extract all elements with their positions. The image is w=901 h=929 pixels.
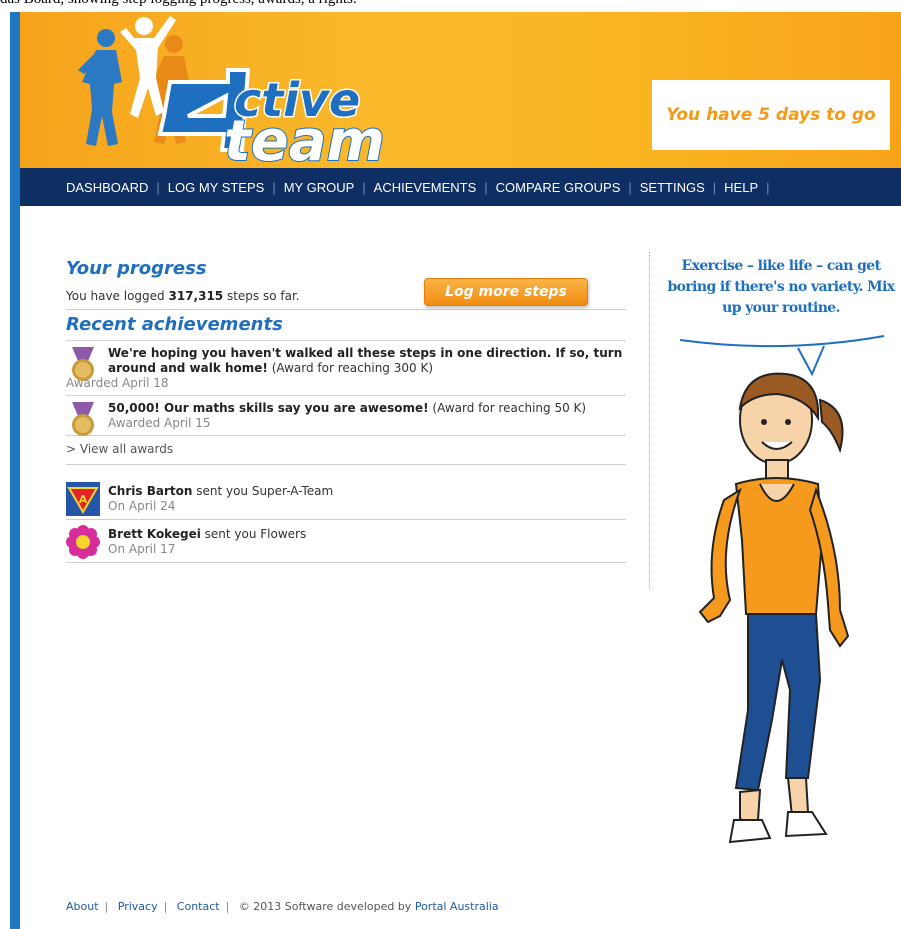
- footer-copyright: © 2013 Software developed by: [238, 900, 415, 913]
- nav-dashboard[interactable]: DASHBOARD: [66, 180, 148, 195]
- gift-sender[interactable]: Chris Barton: [108, 484, 192, 498]
- gift-item: Brett Kokegei sent you Flowers On April …: [66, 520, 626, 563]
- achievements-heading: Recent achievements: [66, 314, 283, 335]
- footer-privacy-link[interactable]: Privacy: [118, 900, 158, 913]
- achievement-item: 50,000! Our maths skills say you are awe…: [66, 396, 626, 436]
- achievement-note: (Award for reaching 50 K): [428, 401, 587, 415]
- nav-my-group[interactable]: MY GROUP: [284, 180, 355, 195]
- main-nav: DASHBOARD | LOG MY STEPS | MY GROUP | ACHIE…: [20, 168, 901, 206]
- gift-sender[interactable]: Brett Kokegei: [108, 527, 201, 541]
- nav-separator: |: [484, 179, 488, 195]
- top-caption: das Board, showing step logging progress…: [0, 0, 901, 12]
- nav-compare-groups[interactable]: COMPARE GROUPS: [496, 180, 621, 195]
- achievement-date: Awarded April 15: [108, 416, 211, 430]
- nav-separator: |: [712, 179, 717, 195]
- super-a-team-icon: A: [66, 482, 100, 516]
- exercise-girl-illustration: [698, 372, 850, 844]
- nav-achievements[interactable]: ACHIEVEMENTS: [374, 180, 477, 195]
- view-all-awards-link[interactable]: > View all awards: [66, 436, 626, 465]
- step-count: 317,315: [168, 289, 224, 303]
- nav-settings[interactable]: SETTINGS: [640, 180, 705, 195]
- footer-about-link[interactable]: About: [66, 900, 99, 913]
- nav-separator: |: [156, 179, 160, 195]
- achievement-text: We're hoping you haven't walked all thes…: [108, 346, 626, 376]
- achievement-text: 50,000! Our maths skills say you are awe…: [108, 401, 626, 416]
- gift-text: Brett Kokegei sent you Flowers: [108, 526, 626, 542]
- svg-text:A: A: [79, 493, 88, 506]
- progress-heading: Your progress: [66, 258, 207, 279]
- achievement-note: (Award for reaching 300 K): [267, 361, 433, 375]
- footer: About | Privacy | Contact | © 2013 Software…: [66, 900, 499, 913]
- gift-item: A Chris Barton sent you Super-A-Team On …: [66, 477, 626, 520]
- left-border: [10, 12, 20, 929]
- divider: [66, 309, 626, 310]
- nav-separator: |: [272, 179, 276, 195]
- achievement-title: 50,000! Our maths skills say you are awe…: [108, 401, 429, 415]
- active-4-team-logo: ctive team: [78, 16, 386, 162]
- footer-company-link[interactable]: Portal Australia: [415, 900, 499, 913]
- nav-log-my-steps[interactable]: LOG MY STEPS: [168, 180, 265, 195]
- nav-separator: |: [362, 179, 366, 195]
- medal-icon: [72, 402, 94, 436]
- gift-action: sent you Flowers: [200, 527, 307, 541]
- footer-separator: |: [225, 900, 230, 913]
- log-more-steps-button[interactable]: Log more steps: [424, 278, 588, 306]
- gift-action: sent you Super-A-Team: [192, 484, 334, 498]
- footer-contact-link[interactable]: Contact: [177, 900, 220, 913]
- svg-text:team: team: [224, 109, 385, 162]
- column-divider: [649, 252, 650, 588]
- nav-separator: |: [628, 179, 632, 195]
- flower-icon: [66, 525, 100, 559]
- header-banner: ctive team You have 5 days to go: [20, 12, 901, 168]
- gift-date: On April 24: [108, 499, 176, 513]
- gift-date: On April 17: [108, 542, 176, 556]
- footer-separator: |: [163, 900, 168, 913]
- achievement-item: We're hoping you haven't walked all thes…: [66, 341, 626, 396]
- progress-prefix: You have logged: [66, 289, 169, 303]
- medal-icon: [72, 347, 94, 381]
- tip-quote: Exercise – like life – can get boring if…: [667, 258, 895, 316]
- countdown-text: You have 5 days to go: [666, 105, 876, 125]
- countdown-box: You have 5 days to go: [652, 80, 890, 150]
- gift-text: Chris Barton sent you Super-A-Team: [108, 483, 626, 499]
- footer-separator: |: [104, 900, 109, 913]
- progress-suffix: steps so far.: [223, 289, 300, 303]
- nav-separator: |: [766, 179, 770, 195]
- main-content: Your progress You have logged 317,315 st…: [66, 258, 626, 563]
- achievement-date: Awarded April 18: [66, 376, 169, 390]
- nav-help[interactable]: HELP: [724, 180, 758, 195]
